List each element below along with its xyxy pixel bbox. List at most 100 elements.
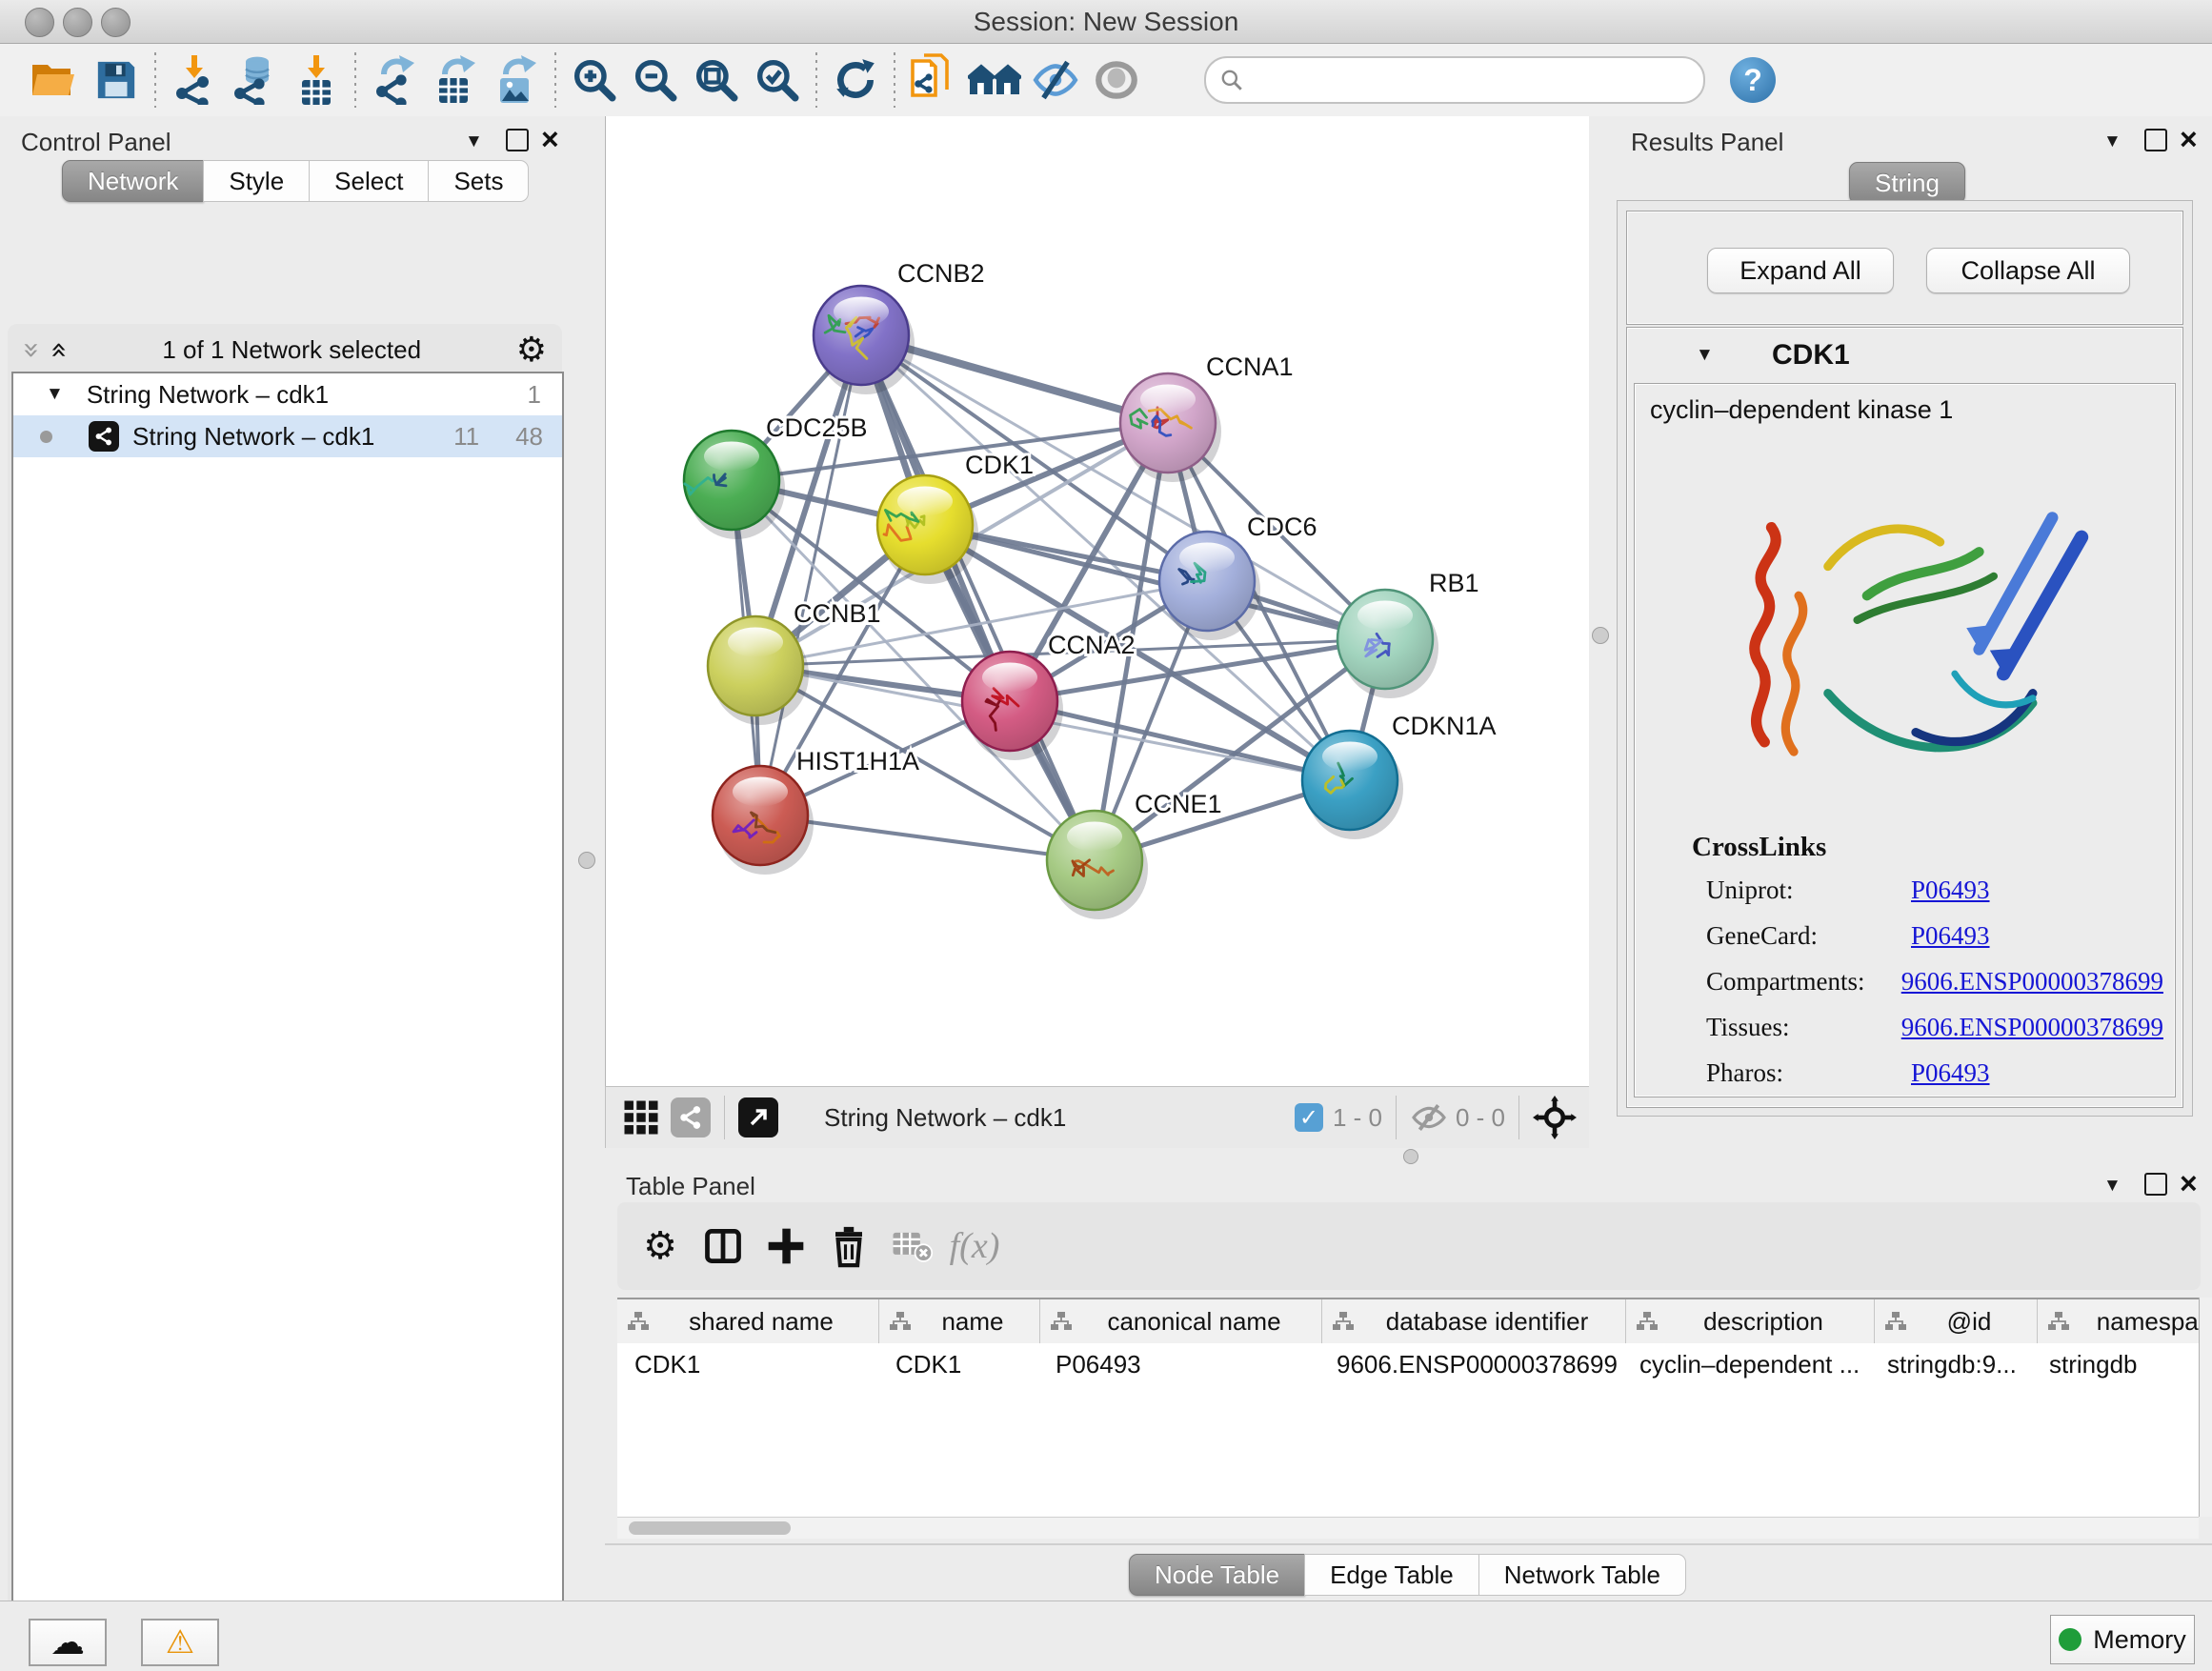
table-horizontal-scrollbar[interactable] — [617, 1517, 2199, 1539]
tab-network-table[interactable]: Network Table — [1478, 1554, 1686, 1596]
scrollbar-thumb[interactable] — [629, 1521, 791, 1535]
tree-expander-icon[interactable]: ▼ — [46, 384, 64, 405]
tab-style[interactable]: Style — [203, 160, 310, 202]
show-all-icon[interactable] — [1086, 51, 1147, 109]
column-header--id[interactable]: @id — [1875, 1299, 2038, 1343]
column-header-canonical-name[interactable]: canonical name — [1040, 1299, 1322, 1343]
gear-icon[interactable]: ⚙ — [516, 331, 547, 370]
control-panel-close-icon[interactable]: × — [541, 122, 559, 157]
crosslink-link[interactable]: 9606.ENSP00000378699 — [1901, 967, 2163, 997]
results-panel-close-icon[interactable]: × — [2180, 122, 2198, 157]
right-splitter[interactable] — [1589, 116, 1610, 1148]
column-header-database-identifier[interactable]: database identifier — [1322, 1299, 1626, 1343]
node-CCNB2[interactable]: CCNB2 — [814, 259, 985, 394]
warning-status-button[interactable]: ⚠ — [141, 1619, 219, 1666]
crosslink-link[interactable]: 9606.ENSP00000378699 — [1901, 1013, 2163, 1042]
network-graph[interactable]: CCNB2CCNA1CDC25BCDK1CDC6RB1CCNB1CCNA2CDK… — [606, 116, 1590, 1086]
crosslink-row: Compartments:9606.ENSP00000378699 — [1706, 967, 2163, 997]
left-splitter-handle[interactable] — [578, 852, 595, 869]
column-header-shared-name[interactable]: shared name — [617, 1299, 879, 1343]
left-splitter[interactable] — [569, 116, 605, 1601]
column-header-name[interactable]: name — [879, 1299, 1040, 1343]
refresh-view-icon[interactable] — [825, 51, 886, 109]
column-header-description[interactable]: description — [1626, 1299, 1875, 1343]
control-panel-menu-icon[interactable]: ▼ — [465, 131, 483, 152]
horizontal-splitter[interactable] — [605, 1148, 2212, 1164]
split-columns-icon[interactable] — [692, 1218, 754, 1275]
tab-string[interactable]: String — [1849, 162, 1965, 204]
crosslink-link[interactable]: P06493 — [1911, 921, 1990, 951]
apply-function-icon[interactable]: f(x) — [943, 1218, 1006, 1275]
node-RB1[interactable]: RB1 — [1337, 569, 1479, 698]
export-image-icon[interactable] — [486, 51, 547, 109]
edge-CCNB2-HIST1H1A — [760, 335, 861, 815]
import-string-network-icon[interactable] — [903, 51, 964, 109]
table-settings-icon[interactable]: ⚙ — [629, 1218, 692, 1275]
zoom-fit-content-icon[interactable] — [686, 51, 747, 109]
table-panel-float-icon[interactable] — [2144, 1173, 2167, 1196]
toolbar-separator — [1518, 1096, 1519, 1139]
right-splitter-handle[interactable] — [1592, 627, 1609, 644]
tab-select[interactable]: Select — [309, 160, 429, 202]
crosslink-link[interactable]: P06493 — [1911, 876, 1990, 905]
crosslink-link[interactable]: P06493 — [1911, 1058, 1990, 1088]
tree-row-collection[interactable]: ▼String Network – cdk11 — [13, 373, 562, 415]
memory-button[interactable]: Memory — [2050, 1615, 2195, 1664]
delete-column-icon[interactable] — [817, 1218, 880, 1275]
help-icon[interactable]: ? — [1730, 57, 1776, 103]
results-panel-menu-icon[interactable]: ▼ — [2103, 131, 2122, 152]
node-CCNA1[interactable]: CCNA1 — [1120, 352, 1294, 482]
tree-row-count: 1 — [528, 380, 541, 410]
first-neighbors-icon[interactable] — [964, 51, 1025, 109]
node-CDC25B[interactable]: CDC25B — [684, 413, 868, 539]
tab-node-table[interactable]: Node Table — [1129, 1554, 1305, 1596]
network-canvas[interactable]: CCNB2CCNA1CDC25BCDK1CDC6RB1CCNB1CCNA2CDK… — [605, 116, 1591, 1086]
column-header-namespace[interactable]: namespace — [2038, 1299, 2212, 1343]
tab-network[interactable]: Network — [62, 160, 204, 202]
selected-checkbox[interactable]: ✓ — [1295, 1103, 1323, 1132]
pan-crosshair-icon[interactable] — [1533, 1096, 1577, 1139]
zoom-in-icon[interactable] — [564, 51, 625, 109]
hidden-eye-icon[interactable] — [1410, 1102, 1448, 1133]
toolbar-separator — [815, 52, 817, 108]
delete-table-icon[interactable] — [880, 1218, 943, 1275]
import-network-from-file-icon[interactable] — [164, 51, 225, 109]
results-panel-float-icon[interactable] — [2144, 129, 2167, 151]
expand-all-icon[interactable]: » — [42, 341, 75, 358]
tab-edge-table[interactable]: Edge Table — [1304, 1554, 1479, 1596]
cdk1-collapse-icon[interactable]: ▼ — [1696, 345, 1714, 366]
collapse-all-button[interactable]: Collapse All — [1926, 248, 2130, 293]
tab-sets[interactable]: Sets — [428, 160, 529, 202]
export-table-icon[interactable] — [425, 51, 486, 109]
network-tree: ▼String Network – cdk11String Network – … — [11, 372, 564, 1671]
node-HIST1H1A[interactable]: HIST1H1A — [713, 747, 919, 875]
window-titlebar: Session: New Session — [0, 0, 2212, 44]
table-vertical-scrollbar[interactable] — [2199, 1298, 2212, 1517]
hide-selected-icon[interactable] — [1025, 51, 1086, 109]
add-column-icon[interactable] — [754, 1218, 817, 1275]
cloud-status-button[interactable]: ☁ — [29, 1619, 107, 1666]
export-network-icon[interactable] — [364, 51, 425, 109]
node-CDKN1A[interactable]: CDKN1A — [1302, 712, 1497, 839]
zoom-out-icon[interactable] — [625, 51, 686, 109]
save-session-icon[interactable] — [86, 51, 147, 109]
search-input[interactable] — [1244, 65, 1648, 96]
horizontal-splitter-handle[interactable] — [1403, 1149, 1418, 1164]
node-CDC6[interactable]: CDC6 — [1159, 513, 1317, 640]
table-row[interactable]: CDK1CDK1P064939606.ENSP00000378699cyclin… — [617, 1343, 2199, 1385]
tree-row-network[interactable]: String Network – cdk11148 — [13, 415, 562, 457]
table-cell: stringdb:9... — [1870, 1343, 2032, 1385]
import-network-from-database-icon[interactable] — [225, 51, 286, 109]
table-panel-menu-icon[interactable]: ▼ — [2103, 1176, 2122, 1197]
network-share-icon[interactable] — [671, 1097, 711, 1137]
table-panel-close-icon[interactable]: × — [2180, 1166, 2198, 1201]
control-panel-float-icon[interactable] — [506, 129, 529, 151]
open-in-window-icon[interactable] — [738, 1097, 778, 1137]
tree-row-label: String Network – cdk1 — [132, 422, 374, 452]
open-session-icon[interactable] — [25, 51, 86, 109]
zoom-selected-icon[interactable] — [747, 51, 808, 109]
expand-all-button[interactable]: Expand All — [1707, 248, 1894, 293]
import-table-from-file-icon[interactable] — [286, 51, 347, 109]
toolbar-separator — [724, 1096, 725, 1139]
grid-view-icon[interactable] — [621, 1097, 661, 1137]
